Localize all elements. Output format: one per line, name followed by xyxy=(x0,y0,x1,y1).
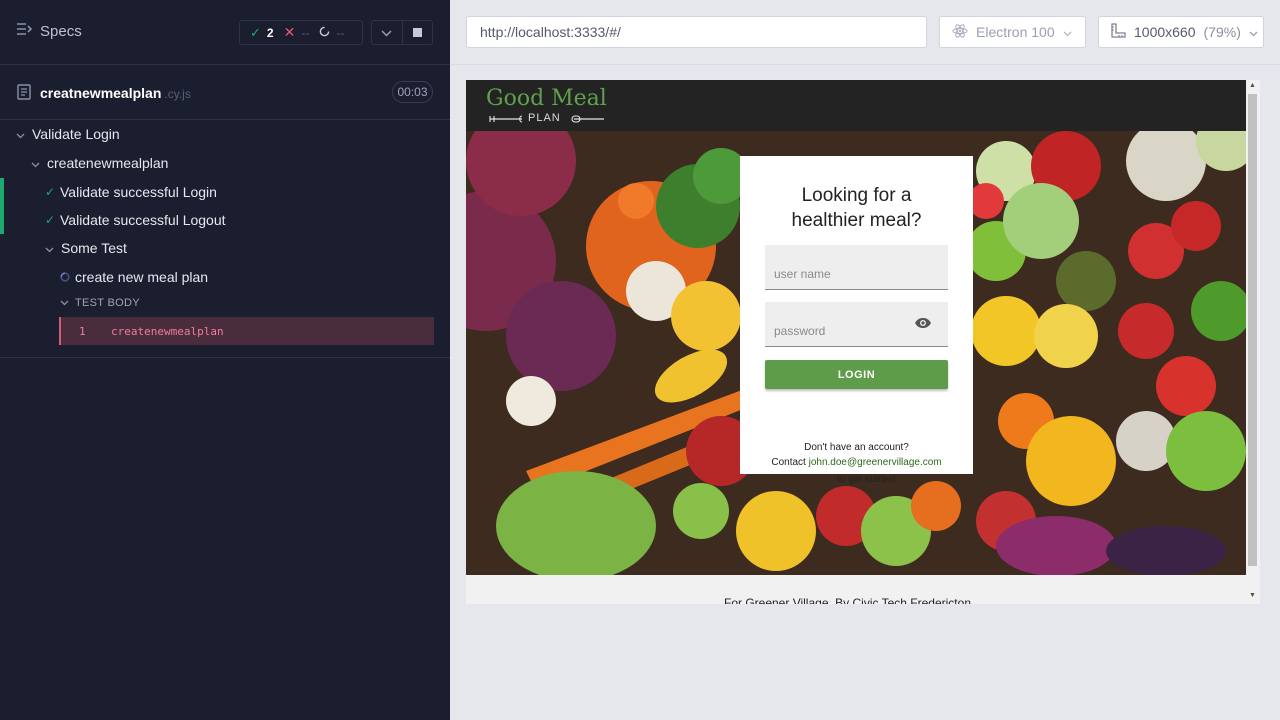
no-account-text: Don't have an account? xyxy=(804,442,909,453)
failed-stat: ✕ -- xyxy=(274,24,310,41)
specs-toggle-button[interactable]: Specs xyxy=(16,22,82,40)
reporter-topbar: Specs ✓ 2 ✕ -- -- xyxy=(0,0,450,65)
contact-text: Contact john.doe@greenervillage.com xyxy=(740,457,973,468)
chevron-down-icon xyxy=(1063,24,1072,40)
scroll-up-icon[interactable]: ▲ xyxy=(1249,82,1256,89)
heading-line-1: Looking for a xyxy=(801,185,912,206)
suite-createnewmealplan[interactable]: createnewmealplan xyxy=(31,155,168,171)
password-placeholder: password xyxy=(774,324,826,338)
pending-stat: -- xyxy=(309,26,344,40)
check-icon: ✓ xyxy=(250,24,261,40)
viewport-size: 1000x660 xyxy=(1134,24,1196,40)
suite-title: createnewmealplan xyxy=(47,155,169,171)
scroll-down-icon[interactable]: ▼ xyxy=(1249,592,1256,599)
run-controls xyxy=(371,20,433,45)
check-icon: ✓ xyxy=(45,185,56,199)
specs-menu-icon xyxy=(16,22,33,40)
spec-file-title: creatnewmealplan xyxy=(40,85,162,101)
command-log-row[interactable]: 1 createnewmealplan xyxy=(59,317,434,345)
contact-prefix: Contact xyxy=(771,457,809,468)
passed-stat: ✓ 2 xyxy=(240,25,274,41)
password-input[interactable]: password xyxy=(765,302,948,347)
username-input[interactable]: user name xyxy=(765,245,948,290)
suite-validate-login[interactable]: Validate Login xyxy=(16,126,120,142)
test-title: Validate successful Logout xyxy=(60,212,226,228)
failed-count: -- xyxy=(301,25,310,40)
logo-subtitle: PLAN xyxy=(528,112,561,124)
passed-indicator-bar xyxy=(0,178,4,234)
pending-count: -- xyxy=(336,25,345,40)
url-bar[interactable]: http://localhost:3333/#/ xyxy=(466,16,927,48)
chevron-down-icon xyxy=(45,240,55,256)
spinner-icon xyxy=(319,26,330,40)
chevron-down-icon xyxy=(31,155,41,171)
browser-name: Electron 100 xyxy=(976,24,1055,40)
scrollbar[interactable]: ▲ ▼ xyxy=(1246,80,1260,604)
viewport-selector[interactable]: 1000x660 (79%) xyxy=(1098,16,1264,48)
document-icon xyxy=(17,84,31,105)
username-placeholder: user name xyxy=(774,267,831,281)
chevron-down-icon xyxy=(381,24,392,42)
heading-line-2: healthier meal? xyxy=(791,210,922,231)
spec-file-name[interactable]: creatnewmealplan .cy.js xyxy=(40,85,191,101)
suite-some-test[interactable]: Some Test xyxy=(45,240,127,256)
app-under-test: Good Meal PLAN Looking for a healthier m… xyxy=(466,80,1260,604)
chevron-down-icon xyxy=(1249,24,1258,40)
zoom-level: (79%) xyxy=(1203,24,1241,40)
suite-title: Validate Login xyxy=(32,126,120,142)
login-heading: Looking for a healthier meal? xyxy=(740,183,973,233)
specs-label: Specs xyxy=(40,22,82,40)
test-title: create new meal plan xyxy=(75,269,209,285)
test-body-section[interactable]: TEST BODY xyxy=(60,297,140,309)
running-spinner-icon xyxy=(60,269,75,285)
reporter-panel: Specs ✓ 2 ✕ -- -- creatnewmealplan .cy.j… xyxy=(0,0,450,720)
chevron-down-icon xyxy=(16,126,26,142)
contact-email-link[interactable]: john.doe@greenervillage.com xyxy=(809,457,942,468)
duration-badge: 00:03 xyxy=(392,81,433,103)
app-footer: For Greener Village, By Civic Tech Frede… xyxy=(724,596,971,604)
test-create-new-meal-plan[interactable]: create new meal plan xyxy=(60,269,208,285)
command-name: createnewmealplan xyxy=(111,324,224,338)
test-validate-successful-login[interactable]: ✓ Validate successful Login xyxy=(45,184,217,200)
test-stats: ✓ 2 ✕ -- -- xyxy=(239,20,363,45)
divider xyxy=(450,64,1280,65)
stop-icon xyxy=(412,28,422,37)
stop-button[interactable] xyxy=(401,21,433,44)
expand-button[interactable] xyxy=(372,21,402,44)
login-card: Looking for a healthier meal? user name … xyxy=(740,156,973,474)
app-header: Good Meal PLAN xyxy=(466,80,1246,131)
check-icon: ✓ xyxy=(45,213,56,227)
scrollbar-thumb[interactable] xyxy=(1248,94,1257,566)
login-button[interactable]: LOGIN xyxy=(765,360,948,389)
divider xyxy=(0,357,450,358)
electron-icon xyxy=(952,23,968,42)
vegetables-background-image: Looking for a healthier meal? user name … xyxy=(466,131,1246,575)
eye-icon[interactable] xyxy=(914,317,932,332)
logo-title: Good Meal xyxy=(486,86,607,111)
spec-file-ext: .cy.js xyxy=(164,87,191,101)
browser-selector[interactable]: Electron 100 xyxy=(939,16,1086,48)
spec-header: creatnewmealplan .cy.js 00:03 xyxy=(0,65,450,120)
passed-count: 2 xyxy=(266,25,274,40)
test-validate-successful-logout[interactable]: ✓ Validate successful Logout xyxy=(45,212,226,228)
good-meal-plan-logo[interactable]: Good Meal PLAN xyxy=(486,86,608,126)
chevron-down-icon xyxy=(60,297,69,309)
cross-icon: ✕ xyxy=(283,24,296,40)
suite-title: Some Test xyxy=(61,240,127,256)
test-title: Validate successful Login xyxy=(60,184,217,200)
command-index: 1 xyxy=(79,324,86,338)
test-body-label: TEST BODY xyxy=(75,297,140,309)
ruler-icon xyxy=(1111,23,1126,41)
get-started-text: to get started xyxy=(837,474,896,485)
